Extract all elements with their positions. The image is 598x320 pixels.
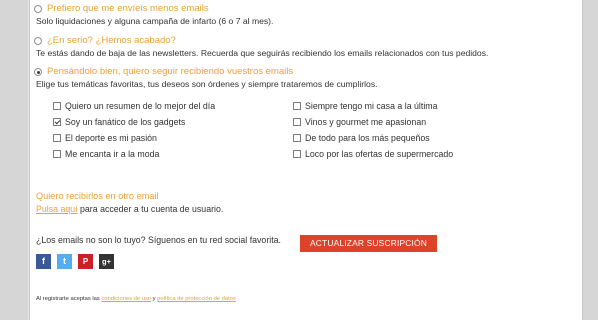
checkbox[interactable] — [53, 102, 61, 110]
other-email-title: Quiero recibirlos en otro email — [36, 191, 159, 201]
subscription-panel: Prefiero que me envíeis menos emails Sol… — [29, 0, 583, 320]
option-unsubscribe-title[interactable]: ¿En serio? ¿Hemos acabado? — [47, 35, 176, 46]
option-unsubscribe-desc: Te estás dando de baja de las newsletter… — [36, 48, 489, 58]
other-email-text: para acceder a tu cuenta de usuario. — [77, 204, 224, 214]
checkbox[interactable] — [293, 118, 301, 126]
checkbox[interactable] — [293, 134, 301, 142]
checkbox[interactable] — [53, 150, 61, 158]
pinterest-icon[interactable]: P — [78, 254, 93, 269]
topic-wine-gourmet[interactable]: Vinos y gourmet me apasionan — [293, 116, 426, 128]
topic-sports[interactable]: El deporte es mi pasión — [53, 132, 157, 144]
option-less-emails-desc: Solo liquidaciones y alguna campaña de i… — [36, 16, 274, 26]
radio-less-emails[interactable] — [34, 5, 42, 13]
click-here-link[interactable]: Pulsa aquí — [36, 204, 78, 214]
option-keep-emails-title[interactable]: Pensándolo bien, quiero seguir recibiend… — [47, 66, 293, 77]
privacy-link[interactable]: política de protección de datos — [157, 296, 236, 302]
topic-home[interactable]: Siempre tengo mi casa a la última — [293, 100, 438, 112]
facebook-icon[interactable]: f — [36, 254, 51, 269]
radio-unsubscribe[interactable] — [34, 37, 42, 45]
other-email-line: Pulsa aquí para acceder a tu cuenta de u… — [36, 204, 223, 214]
checkbox[interactable] — [293, 150, 301, 158]
topic-fashion[interactable]: Me encanta ir a la moda — [53, 148, 159, 160]
checkbox[interactable] — [53, 134, 61, 142]
topic-best-of-day[interactable]: Quiero un resumen de lo mejor del día — [53, 100, 215, 112]
topic-label: Siempre tengo mi casa a la última — [305, 101, 438, 111]
topic-label: Quiero un resumen de lo mejor del día — [65, 101, 216, 111]
topic-label: Loco por las ofertas de supermercado — [305, 149, 454, 159]
option-less-emails-title[interactable]: Prefiero que me envíeis menos emails — [47, 3, 209, 14]
topic-kids[interactable]: De todo para los más pequeños — [293, 132, 430, 144]
topic-label: Me encanta ir a la moda — [65, 149, 160, 159]
terms-link[interactable]: condiciones de uso — [101, 296, 151, 302]
topic-label: Soy un fanático de los gadgets — [65, 117, 186, 127]
topic-gadgets[interactable]: Soy un fanático de los gadgets — [53, 116, 185, 128]
twitter-icon[interactable]: t — [57, 254, 72, 269]
checkbox[interactable] — [293, 102, 301, 110]
topic-label: Vinos y gourmet me apasionan — [305, 117, 427, 127]
checkbox-checked[interactable] — [53, 118, 61, 126]
page-background-left — [0, 0, 28, 320]
update-subscription-button[interactable]: ACTUALIZAR SUSCRIPCIÓN — [300, 235, 437, 252]
topic-supermarket[interactable]: Loco por las ofertas de supermercado — [293, 148, 453, 160]
topic-label: El deporte es mi pasión — [65, 133, 157, 143]
googleplus-icon[interactable]: g+ — [99, 254, 114, 269]
legal-prefix: Al registrarte aceptas las — [36, 296, 102, 302]
topic-label: De todo para los más pequeños — [305, 133, 430, 143]
social-text: ¿Los emails no son lo tuyo? Síguenos en … — [36, 235, 281, 245]
option-keep-emails-desc: Elige tus temáticas favoritas, tus deseo… — [36, 79, 378, 89]
radio-keep-emails[interactable] — [34, 68, 42, 76]
legal-notice: Al registrarte aceptas las condiciones d… — [36, 296, 236, 302]
